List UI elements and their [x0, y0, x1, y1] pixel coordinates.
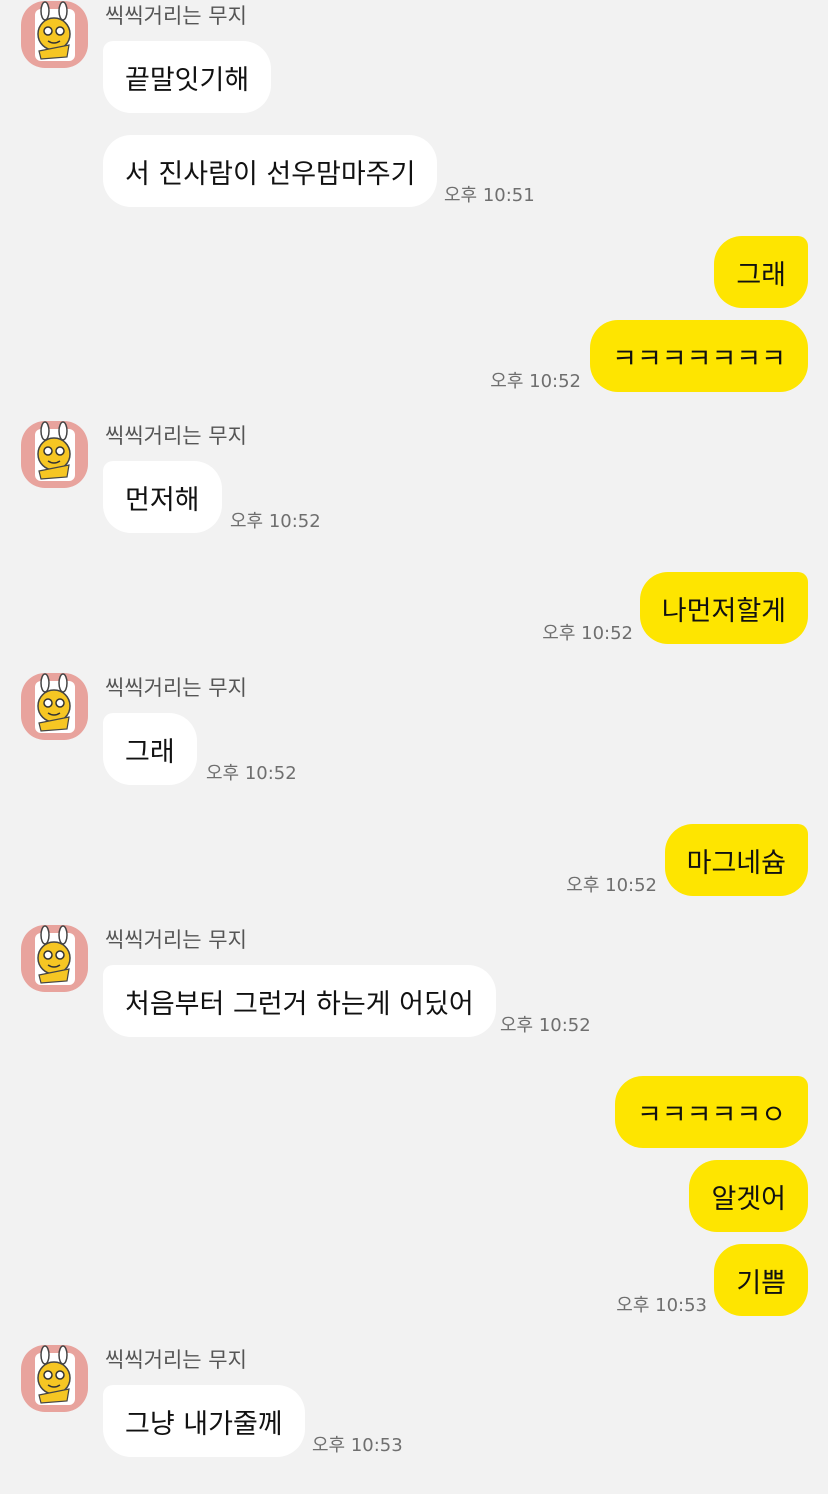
message-bubble-outgoing[interactable]: ㅋㅋㅋㅋㅋㅇ — [614, 1076, 808, 1148]
muzi-character-icon — [35, 1, 75, 61]
message-timestamp: 오후 10:52 — [230, 511, 321, 532]
message-text: 알겟어 — [711, 1183, 786, 1215]
avatar[interactable] — [21, 673, 88, 740]
message-bubble-outgoing[interactable]: 마그네슘 — [664, 824, 808, 896]
message-timestamp: 오후 10:52 — [542, 623, 633, 644]
message-timestamp: 오후 10:52 — [206, 763, 297, 784]
message-bubble-incoming[interactable]: 그래 — [103, 713, 197, 785]
message-timestamp: 오후 10:52 — [490, 371, 581, 392]
message-bubble-incoming[interactable]: 끝말잇기해 — [103, 41, 272, 113]
sender-name: 씩씩거리는 무지 — [105, 4, 247, 28]
message-text: 마그네슘 — [686, 847, 786, 879]
message-bubble-outgoing[interactable]: 그래 — [714, 236, 808, 308]
message-bubble-incoming[interactable]: 먼저해 — [103, 461, 222, 533]
message-text: 기쁨 — [736, 1267, 786, 1299]
message-text: 그래 — [125, 736, 175, 768]
message-bubble-incoming[interactable]: 처음부터 그런거 하는게 어딨어 — [103, 965, 496, 1037]
sender-name: 씩씩거리는 무지 — [105, 676, 247, 700]
muzi-character-icon — [35, 1345, 75, 1405]
sender-name: 씩씩거리는 무지 — [105, 1348, 247, 1372]
message-text: 서 진사람이 선우맘마주기 — [125, 158, 416, 190]
message-timestamp: 오후 10:53 — [312, 1435, 403, 1456]
message-timestamp: 오후 10:52 — [500, 1015, 591, 1036]
message-text: 끝말잇기해 — [125, 64, 250, 96]
message-text: ㅋㅋㅋㅋㅋㅋㅋ — [612, 343, 786, 375]
message-bubble-outgoing[interactable]: ㅋㅋㅋㅋㅋㅋㅋ — [590, 320, 808, 392]
message-timestamp: 오후 10:51 — [444, 185, 535, 206]
sender-name: 씩씩거리는 무지 — [105, 928, 247, 952]
message-bubble-outgoing[interactable]: 나먼저할게 — [639, 572, 808, 644]
muzi-character-icon — [35, 421, 75, 481]
message-bubble-incoming[interactable]: 그냥 내가줄께 — [103, 1385, 305, 1457]
avatar[interactable] — [21, 1, 88, 68]
avatar[interactable] — [21, 925, 88, 992]
message-bubble-incoming[interactable]: 서 진사람이 선우맘마주기 — [103, 135, 438, 207]
message-text: ㅋㅋㅋㅋㅋㅇ — [636, 1099, 786, 1131]
avatar[interactable] — [21, 1345, 88, 1412]
message-timestamp: 오후 10:52 — [566, 875, 657, 896]
message-text: 처음부터 그런거 하는게 어딨어 — [125, 988, 474, 1020]
message-timestamp: 오후 10:53 — [616, 1295, 707, 1316]
message-bubble-outgoing[interactable]: 기쁨 — [714, 1244, 808, 1316]
message-text: 먼저해 — [125, 484, 200, 516]
message-bubble-outgoing[interactable]: 알겟어 — [689, 1160, 808, 1232]
muzi-character-icon — [35, 673, 75, 733]
message-text: 나먼저할게 — [661, 595, 786, 627]
message-text: 그래 — [736, 259, 786, 291]
message-text: 그냥 내가줄께 — [125, 1408, 283, 1440]
sender-name: 씩씩거리는 무지 — [105, 424, 247, 448]
avatar[interactable] — [21, 421, 88, 488]
muzi-character-icon — [35, 925, 75, 985]
